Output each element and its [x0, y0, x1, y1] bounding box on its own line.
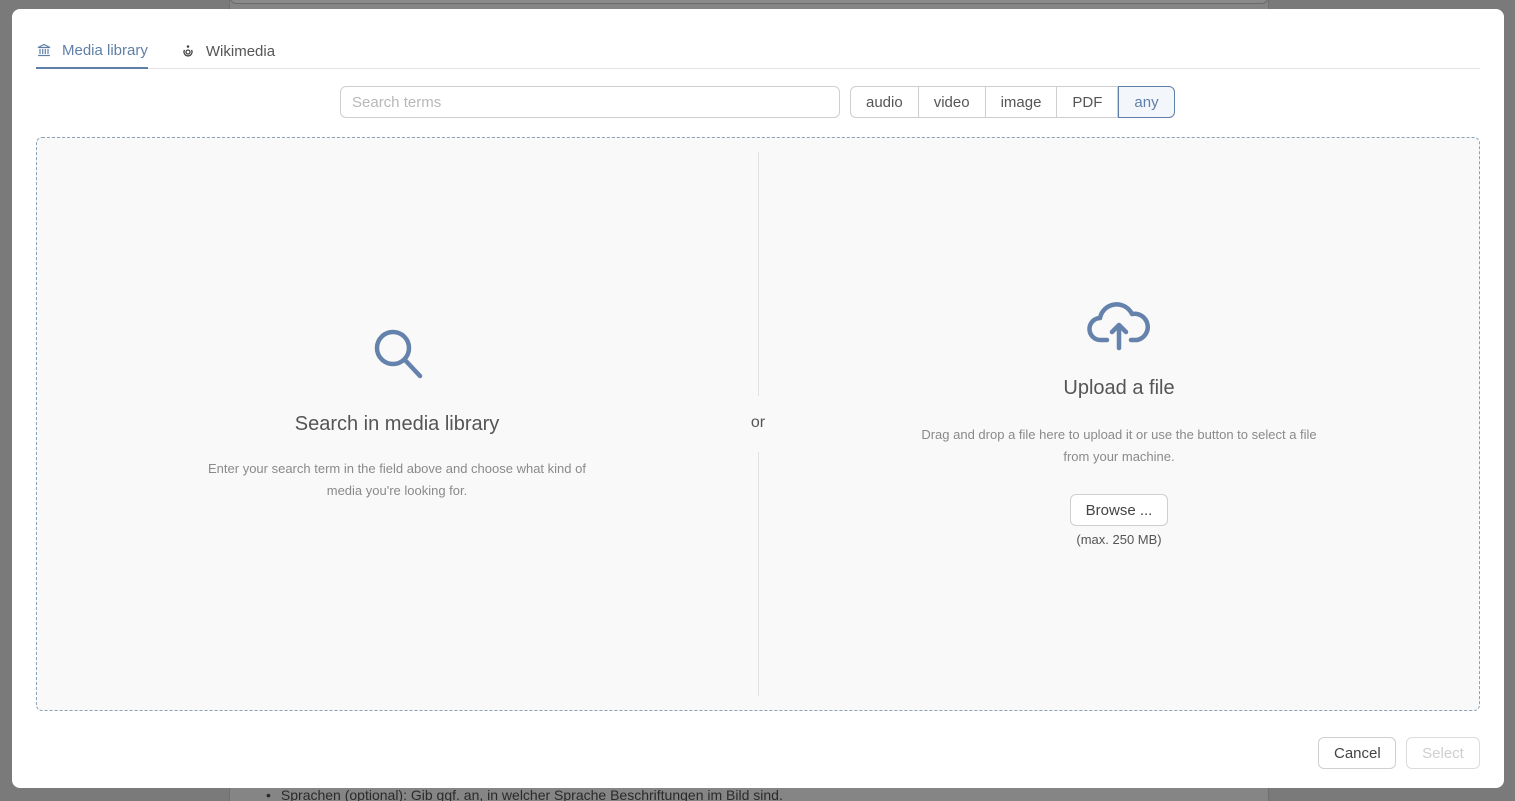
filter-video[interactable]: video — [918, 86, 986, 118]
search-input[interactable] — [340, 86, 840, 118]
tab-label: Wikimedia — [205, 42, 276, 60]
filter-pdf[interactable]: PDF — [1057, 86, 1119, 118]
filter-any[interactable]: any — [1118, 86, 1175, 118]
background-list-item: Sprachen (optional): Gib ggf. an, in wel… — [266, 787, 783, 801]
museum-icon — [36, 42, 52, 58]
media-dialog: Media library Wikimedia audio video imag… — [12, 9, 1504, 788]
max-size-note: (max. 250 MB) — [1076, 532, 1162, 547]
tab-media-library[interactable]: Media library — [36, 35, 148, 69]
media-type-filter: audio video image PDF any — [850, 86, 1175, 118]
browse-button[interactable]: Browse ... — [1069, 494, 1169, 526]
upload-description: Drag and drop a file here to upload it o… — [921, 427, 1317, 464]
tab-label: Media library — [62, 41, 148, 59]
tab-wikimedia[interactable]: Wikimedia — [180, 35, 275, 69]
tab-bar: Media library Wikimedia — [36, 35, 1480, 69]
filter-audio[interactable]: audio — [850, 86, 919, 118]
library-search-pane: Search in media library Enter your searc… — [37, 138, 757, 710]
upload-pane: Upload a file Drag and drop a file here … — [759, 138, 1479, 710]
search-row: audio video image PDF any — [340, 86, 1175, 118]
filter-image[interactable]: image — [985, 86, 1058, 118]
background-field — [230, 0, 1268, 4]
wikimedia-icon — [180, 43, 196, 59]
search-icon — [369, 326, 425, 387]
upload-dropzone[interactable]: Search in media library Enter your searc… — [36, 137, 1480, 711]
cloud-upload-icon — [1087, 300, 1151, 357]
select-button[interactable]: Select — [1406, 737, 1480, 769]
library-search-description: Enter your search term in the field abov… — [208, 461, 586, 498]
library-search-title: Search in media library — [294, 413, 500, 435]
upload-title: Upload a file — [1063, 377, 1175, 399]
cancel-button[interactable]: Cancel — [1318, 737, 1396, 769]
